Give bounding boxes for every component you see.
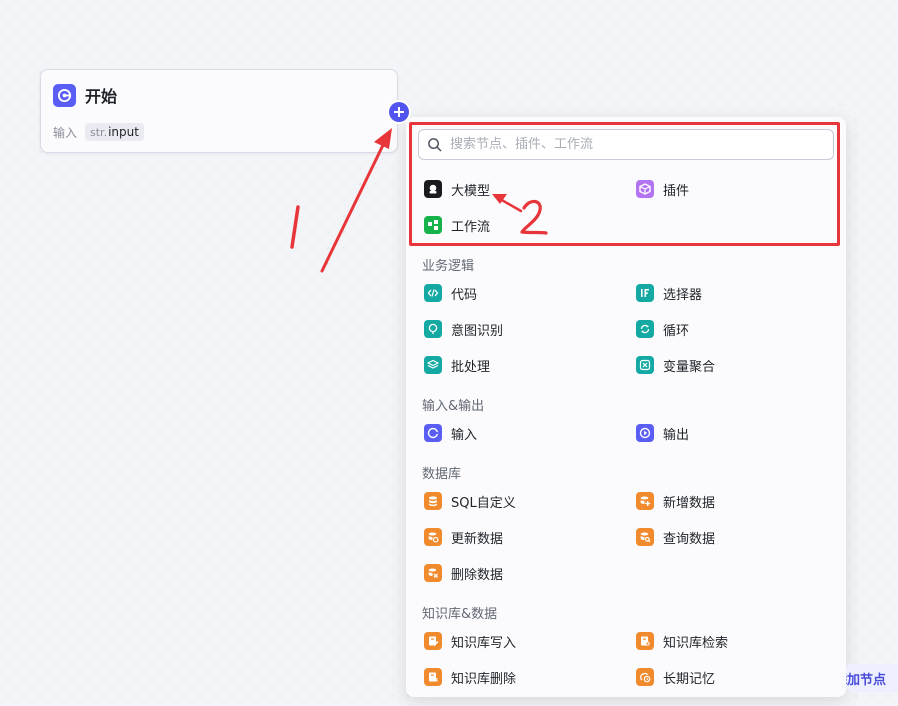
section-title-logic: 业务逻辑 [422, 259, 475, 274]
workflow-icon [424, 216, 442, 234]
search-icon [428, 138, 442, 152]
add-node-label: 添加节点 [846, 673, 887, 688]
section-title-io: 输入&输出 [422, 399, 485, 414]
start-node[interactable]: 开始 输入 str.input [40, 69, 398, 153]
if-icon [636, 284, 654, 302]
node-item-label: 代码 [451, 287, 478, 303]
memory-icon [636, 668, 654, 686]
node-item-loop[interactable]: 循环 [636, 318, 689, 340]
node-item-batch[interactable]: 批处理 [424, 354, 490, 376]
node-item-kb-search[interactable]: 知识库检索 [636, 630, 728, 652]
node-item-plugin[interactable]: 插件 [636, 178, 689, 200]
node-item-label: 输入 [451, 427, 478, 443]
knowledge-delete-icon [424, 668, 442, 686]
node-item-label: 批处理 [451, 359, 491, 375]
node-item-kb-write[interactable]: 知识库写入 [424, 630, 516, 652]
node-item-label: 意图识别 [451, 323, 504, 339]
search-box[interactable] [418, 129, 834, 160]
database-icon [424, 492, 442, 510]
node-item-input[interactable]: 输入 [424, 422, 477, 444]
param-chip: str.input [85, 123, 144, 141]
node-item-add-data[interactable]: 新增数据 [636, 490, 715, 512]
node-item-delete-data[interactable]: 删除数据 [424, 562, 503, 584]
plugin-cube-icon [636, 180, 654, 198]
database-add-icon [636, 492, 654, 510]
database-search-icon [636, 528, 654, 546]
node-item-label: 更新数据 [451, 531, 504, 547]
node-item-label: 查询数据 [663, 531, 716, 547]
node-item-label: 选择器 [663, 287, 703, 303]
node-item-label: 工作流 [451, 219, 491, 235]
node-item-label: 输出 [663, 427, 690, 443]
section-title-database: 数据库 [422, 467, 462, 482]
add-node-button[interactable]: 添加节点 [846, 664, 898, 692]
input-icon [424, 424, 442, 442]
node-item-sql[interactable]: SQL自定义 [424, 490, 516, 512]
add-node-plus-button[interactable] [389, 102, 409, 122]
layers-icon [424, 356, 442, 374]
annotation-arrow-1 [320, 139, 387, 273]
node-item-selector[interactable]: 选择器 [636, 282, 702, 304]
intent-icon [424, 320, 442, 338]
node-item-code[interactable]: 代码 [424, 282, 477, 304]
node-item-label: 长期记忆 [663, 671, 716, 687]
param-name: input [108, 125, 139, 139]
node-picker-panel: 大模型 插件 工作流 业务逻辑 代码 选择器 意图识别 循环 批处理 变量聚合 … [406, 117, 846, 697]
node-item-var-merge[interactable]: 变量聚合 [636, 354, 715, 376]
node-item-intent[interactable]: 意图识别 [424, 318, 503, 340]
node-item-query-data[interactable]: 查询数据 [636, 526, 715, 548]
output-icon [636, 424, 654, 442]
llm-icon [424, 180, 442, 198]
knowledge-write-icon [424, 632, 442, 650]
node-item-label: 知识库删除 [451, 671, 517, 687]
database-delete-icon [424, 564, 442, 582]
node-item-update-data[interactable]: 更新数据 [424, 526, 503, 548]
database-update-icon [424, 528, 442, 546]
search-input[interactable] [448, 136, 812, 153]
plus-icon [394, 107, 404, 117]
node-item-label: SQL自定义 [451, 495, 516, 511]
node-item-label: 删除数据 [451, 567, 504, 583]
node-item-label: 插件 [663, 183, 690, 199]
start-icon [53, 83, 76, 107]
node-item-label: 新增数据 [663, 495, 716, 511]
node-item-workflow[interactable]: 工作流 [424, 214, 490, 236]
node-item-label: 变量聚合 [663, 359, 716, 375]
node-item-long-memory[interactable]: 长期记忆 [636, 666, 715, 688]
param-type: str. [90, 126, 108, 139]
merge-icon [636, 356, 654, 374]
code-icon [424, 284, 442, 302]
node-item-label: 大模型 [451, 183, 491, 199]
section-title-knowledge: 知识库&数据 [422, 607, 498, 622]
loop-icon [636, 320, 654, 338]
node-item-kb-delete[interactable]: 知识库删除 [424, 666, 516, 688]
input-label: 输入 [53, 125, 78, 140]
node-item-label: 知识库检索 [663, 635, 729, 651]
start-node-title: 开始 [85, 87, 118, 106]
node-item-llm[interactable]: 大模型 [424, 178, 490, 200]
node-item-output[interactable]: 输出 [636, 422, 689, 444]
node-item-label: 循环 [663, 323, 690, 339]
knowledge-search-icon [636, 632, 654, 650]
annotation-mark-1 [290, 205, 300, 249]
node-item-label: 知识库写入 [451, 635, 517, 651]
